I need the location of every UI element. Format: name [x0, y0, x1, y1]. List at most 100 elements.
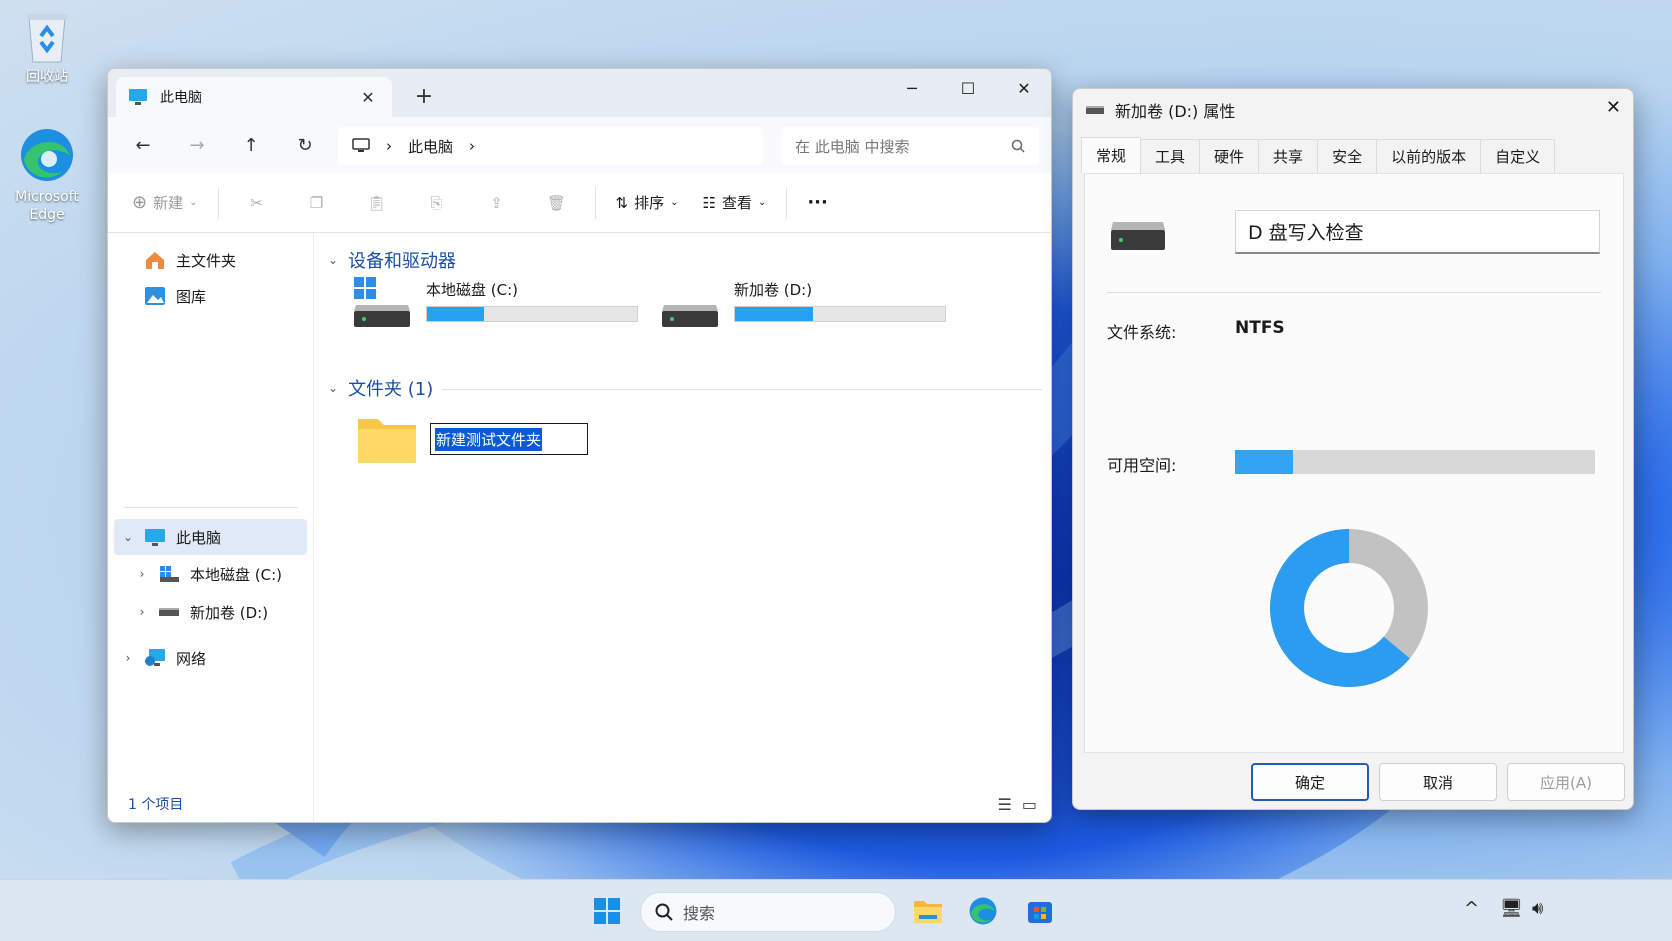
cancel-button[interactable]: 取消 [1379, 763, 1497, 801]
tiles-view-icon[interactable]: ▭ [1022, 795, 1037, 814]
volume-label-input[interactable]: D 盘写入检查 [1235, 210, 1600, 254]
store-icon [1028, 902, 1052, 923]
breadcrumb-chevron-icon: › [469, 137, 476, 155]
sidebar-item-this-pc[interactable]: ⌄ 此电脑 [122, 520, 221, 554]
details-view-icon[interactable]: ☰ [998, 795, 1012, 814]
start-button[interactable] [590, 894, 624, 928]
tab-title: 此电脑 [160, 90, 202, 106]
drive-icon [1111, 222, 1165, 250]
apply-button[interactable]: 应用(A) [1507, 763, 1625, 801]
tab-general[interactable]: 常规 [1081, 137, 1142, 173]
section-divider [442, 389, 1042, 390]
free-space-fill [1235, 450, 1293, 474]
sidebar-item-label: 主文件夹 [176, 251, 237, 270]
sort-label: 排序 [634, 194, 665, 212]
cut-icon[interactable]: ✂ [229, 183, 285, 223]
sidebar-item-network[interactable]: › 网络 [122, 641, 206, 675]
chevron-right-icon[interactable]: › [122, 651, 134, 665]
home-icon [146, 252, 164, 269]
drive-icon [662, 305, 718, 327]
paste-icon[interactable]: 📋︎ [349, 183, 405, 223]
taskbar-search[interactable]: 搜索 [640, 892, 896, 932]
share-icon[interactable]: ⇪ [469, 183, 525, 223]
view-button[interactable]: ☷ 查看 ⌄ [692, 183, 776, 223]
minimize-button[interactable]: ─ [886, 69, 938, 109]
dialog-title-bar: 新加卷 (D:) 属性 ✕ [1073, 89, 1633, 131]
close-tab-icon[interactable]: ✕ [356, 88, 380, 107]
toolbar-divider [217, 186, 219, 219]
volume-icon[interactable]: 🔊︎ [1532, 898, 1543, 919]
section-devices[interactable]: ⌄ 设备和驱动器 [328, 247, 456, 273]
chevron-right-icon[interactable]: › [136, 605, 148, 619]
section-folders[interactable]: ⌄ 文件夹 (1) [328, 375, 433, 401]
toolbar-divider [786, 186, 788, 219]
more-options-button[interactable]: ··· [797, 183, 838, 223]
panel-divider [1107, 292, 1601, 293]
chevron-right-icon[interactable]: › [136, 567, 148, 581]
tab-tools[interactable]: 工具 [1140, 139, 1201, 173]
search-icon [655, 903, 673, 921]
delete-icon[interactable]: 🗑︎ [529, 183, 585, 223]
copy-icon[interactable]: ❐ [289, 183, 345, 223]
tab-sharing[interactable]: 共享 [1258, 139, 1319, 173]
sidebar-item-drive-d[interactable]: › 新加卷 (D:) [136, 595, 268, 629]
sort-icon: ⇅ [615, 193, 629, 212]
sort-button[interactable]: ⇅ 排序 ⌄ [606, 183, 689, 223]
edge-label-2: Edge [29, 207, 65, 223]
search-icon [1011, 139, 1025, 153]
view-label: 查看 [721, 194, 752, 212]
sidebar-item-drive-c[interactable]: › 本地磁盘 (C:) [136, 557, 282, 591]
monitor-outline-icon [352, 138, 370, 152]
properties-tabs: 常规 工具 硬件 共享 安全 以前的版本 自定义 [1081, 137, 1556, 173]
folder-item[interactable]: 新建测试文件夹 [356, 413, 588, 465]
sidebar-item-gallery[interactable]: 图库 [144, 279, 206, 313]
sidebar-item-label: 新加卷 (D:) [190, 603, 269, 622]
edge-taskbar-button[interactable] [966, 894, 1000, 928]
address-bar[interactable]: › 此电脑 › [338, 127, 763, 165]
close-window-button[interactable]: ✕ [998, 69, 1050, 109]
tab-customize[interactable]: 自定义 [1480, 139, 1556, 173]
file-explorer-taskbar-button[interactable] [911, 894, 945, 928]
rename-icon[interactable]: ⎘ [409, 183, 465, 223]
chevron-down-icon[interactable]: ⌄ [122, 530, 134, 544]
maximize-button[interactable]: ☐ [942, 69, 994, 109]
taskbar: 搜索 ^ 🖥︎ 🔊︎ [0, 879, 1672, 941]
search-box[interactable]: 在 此电脑 中搜索 [781, 127, 1039, 165]
tab-previous-versions[interactable]: 以前的版本 [1376, 139, 1482, 173]
drive-d-tile[interactable]: 新加卷 (D:) [660, 275, 946, 329]
new-button[interactable]: ⊕ 新建 ⌄ [122, 183, 208, 223]
free-space-label: 可用空间: [1107, 456, 1177, 475]
dialog-title: 新加卷 (D:) 属性 [1115, 102, 1236, 121]
windows-drive-icon [354, 277, 410, 327]
chevron-down-icon: ⌄ [670, 197, 679, 208]
drive-c-tile[interactable]: 本地磁盘 (C:) [352, 275, 638, 329]
new-tab-button[interactable]: + [408, 81, 440, 113]
edge-label-1: Microsoft [15, 189, 79, 205]
desktop-recycle-bin[interactable]: 回收站 [7, 10, 87, 86]
plus-circle-icon: ⊕ [132, 192, 148, 213]
forward-arrow-icon[interactable]: → [170, 135, 224, 156]
up-arrow-icon[interactable]: ↑ [224, 135, 278, 156]
section-devices-title: 设备和驱动器 [348, 251, 457, 272]
windows-logo-icon [594, 898, 620, 924]
sidebar-item-home[interactable]: 主文件夹 [144, 243, 236, 277]
tab-this-pc[interactable]: 此电脑 ✕ [116, 77, 392, 117]
rename-input[interactable]: 新建测试文件夹 [430, 423, 588, 455]
navigation-bar: ← → ↑ ↻ › 此电脑 › 在 此电脑 中搜索 [108, 117, 1051, 173]
network-status-icon[interactable]: 🖥︎ [1500, 898, 1523, 919]
back-arrow-icon[interactable]: ← [116, 135, 170, 156]
tab-hardware[interactable]: 硬件 [1199, 139, 1260, 173]
tray-chevron-icon[interactable]: ^ [1464, 898, 1479, 919]
tab-security[interactable]: 安全 [1317, 139, 1378, 173]
ok-button[interactable]: 确定 [1251, 763, 1369, 801]
recycle-bin-label: 回收站 [26, 69, 68, 85]
refresh-icon[interactable]: ↻ [278, 135, 332, 156]
breadcrumb-this-pc[interactable]: 此电脑 [408, 136, 453, 157]
dialog-close-button[interactable]: ✕ [1606, 97, 1621, 118]
navigation-pane: 主文件夹 图库 ⌄ 此电脑 › 本地磁盘 (C:) › 新加卷 (D:) › 网… [108, 233, 314, 822]
view-switcher: ☰ ▭ [998, 795, 1037, 814]
drive-d-usage-fill [735, 307, 813, 321]
taskbar-search-placeholder: 搜索 [683, 904, 716, 923]
store-taskbar-button[interactable] [1023, 894, 1057, 928]
desktop-edge[interactable]: Microsoft Edge [7, 126, 87, 224]
